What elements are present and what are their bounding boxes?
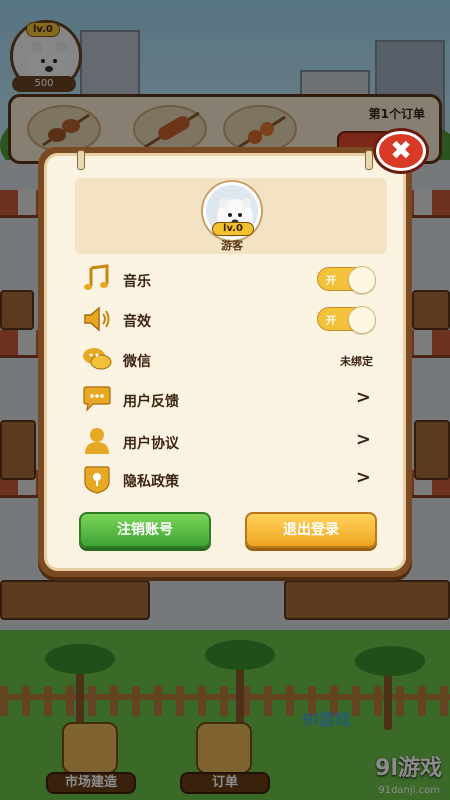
music-note-icon xyxy=(84,264,109,290)
music-toggle-text: 开 xyxy=(326,276,336,287)
wechat-label: 微信 xyxy=(123,354,151,370)
pin-icon xyxy=(77,150,85,170)
profile-level-badge: lv.0 xyxy=(212,222,254,236)
shield-icon xyxy=(84,466,110,494)
sfx-label: 音效 xyxy=(123,314,151,330)
settings-dialog: lv.0 游客 音乐 开 音效 开 微信 未绑定 用户反馈 > 用户协议 > 隐… xyxy=(38,147,412,577)
agreement-label: 用户协议 xyxy=(123,436,179,452)
settings-row-music: 音乐 开 xyxy=(81,264,381,298)
toggle-knob xyxy=(348,266,376,294)
settings-row-agreement[interactable]: 用户协议 > xyxy=(81,426,381,460)
privacy-label: 隐私政策 xyxy=(123,474,179,490)
wechat-icon xyxy=(83,348,112,370)
cancel-account-button[interactable]: 注销账号 xyxy=(79,512,211,548)
feedback-label: 用户反馈 xyxy=(123,394,179,410)
settings-panel: lv.0 游客 音乐 开 音效 开 微信 未绑定 用户反馈 > 用户协议 > 隐… xyxy=(44,150,406,571)
profile-name: 游客 xyxy=(221,239,243,252)
user-icon xyxy=(85,428,109,454)
pin-icon xyxy=(365,150,373,170)
settings-row-privacy[interactable]: 隐私政策 > xyxy=(81,464,381,498)
sfx-toggle-text: 开 xyxy=(326,316,336,327)
chevron-right-icon: > xyxy=(355,429,371,450)
toggle-knob xyxy=(348,306,376,334)
sfx-toggle[interactable]: 开 xyxy=(317,306,376,334)
close-button[interactable]: ✖ xyxy=(376,131,426,171)
close-icon: ✖ xyxy=(390,136,412,166)
settings-row-sfx: 音效 开 xyxy=(81,304,381,338)
logout-button[interactable]: 退出登录 xyxy=(245,512,377,548)
settings-row-feedback[interactable]: 用户反馈 > xyxy=(81,384,381,418)
chevron-right-icon: > xyxy=(355,387,371,408)
chat-bubble-icon xyxy=(83,386,111,412)
music-toggle[interactable]: 开 xyxy=(317,266,376,294)
profile-card: lv.0 游客 xyxy=(75,178,387,254)
music-label: 音乐 xyxy=(123,274,151,290)
settings-row-wechat[interactable]: 微信 未绑定 xyxy=(81,344,381,378)
chevron-right-icon: > xyxy=(355,467,371,488)
speaker-icon xyxy=(84,306,110,332)
wechat-status: 未绑定 xyxy=(340,355,373,368)
